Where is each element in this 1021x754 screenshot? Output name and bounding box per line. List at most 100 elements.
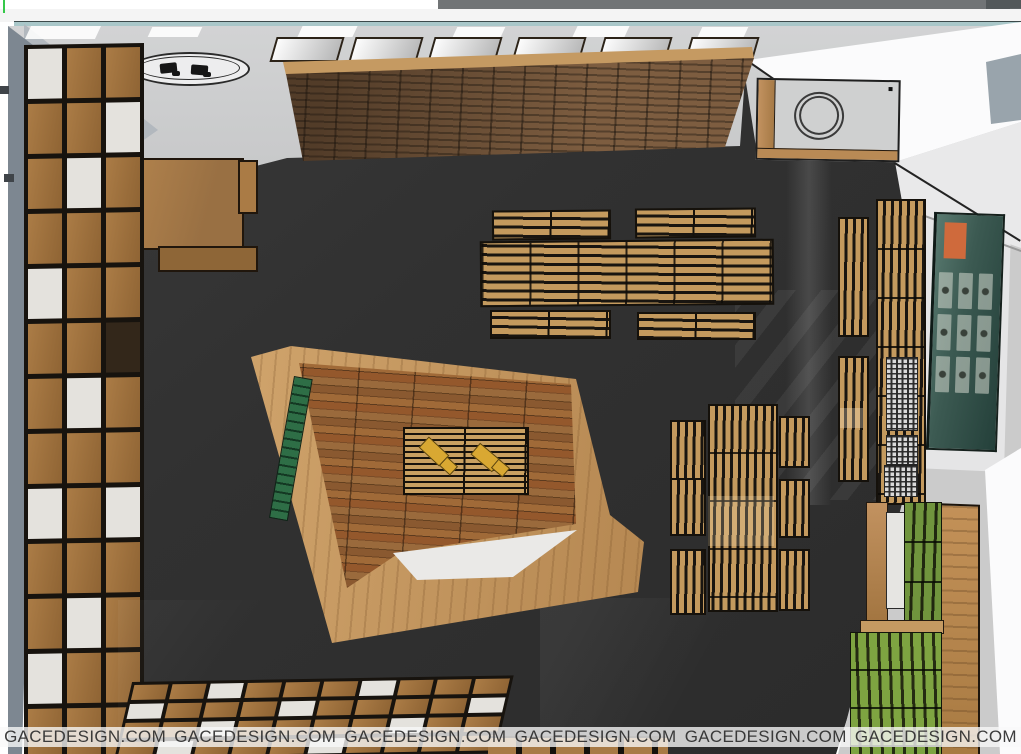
reception-desk-side-panel	[238, 160, 258, 214]
shelf-cell	[67, 598, 101, 649]
shelf-cell	[67, 543, 101, 594]
slatted-bench	[670, 549, 706, 615]
shelf-cell	[106, 487, 140, 538]
shelf-cell	[67, 378, 101, 429]
shelf-cell	[67, 268, 101, 319]
locker-white-panel	[886, 512, 906, 609]
shelf-cell	[202, 702, 239, 718]
watermark-text: GACEDESIGN.COM	[344, 727, 506, 747]
poster-image	[976, 315, 991, 351]
shelf-cell	[430, 698, 467, 714]
poster-image	[978, 273, 993, 309]
wall-highlight	[572, 26, 629, 37]
shelf-cell	[106, 157, 140, 208]
poster-image	[936, 314, 951, 350]
poster-image	[956, 315, 971, 351]
shelf-cell	[28, 598, 62, 649]
central-platform	[248, 344, 648, 646]
shelf-cell	[354, 699, 391, 715]
watermark-text: GACEDESIGN.COM	[855, 727, 1017, 747]
shelf-cell	[106, 212, 140, 263]
poster-image-grid	[935, 272, 993, 394]
shelf-highlight	[840, 408, 863, 428]
shelf-cell	[28, 378, 62, 429]
axis-line-icon	[3, 0, 5, 13]
wall-highlight	[25, 26, 101, 39]
shelf-cell	[316, 700, 353, 716]
shelf-cell	[397, 680, 434, 696]
shelf-cell	[28, 653, 62, 704]
slatted-table-long	[480, 239, 775, 308]
slatted-bench	[637, 312, 756, 340]
chair	[172, 71, 180, 76]
platform-slat-table	[403, 427, 529, 495]
slatted-bench	[779, 479, 810, 538]
wall-mark	[4, 174, 14, 182]
wire-basket	[886, 357, 918, 431]
shelf-cell	[67, 48, 101, 99]
slatted-bench	[635, 207, 756, 238]
slatted-bench	[670, 478, 706, 536]
reception-desk-extension	[158, 246, 258, 272]
window-pane	[269, 37, 344, 62]
shelf-cell	[67, 213, 101, 264]
shelf-cell	[321, 681, 358, 697]
shelf-cell	[435, 679, 472, 695]
green-locker-shelf	[848, 498, 980, 754]
locker-wood-strip	[866, 502, 888, 629]
slatted-bench	[670, 420, 706, 480]
slatted-bench	[779, 416, 810, 468]
shelf-cell	[106, 102, 140, 153]
service-cabinet	[755, 78, 900, 163]
shelf-cell	[106, 322, 140, 373]
shelf-cell	[28, 48, 62, 99]
slatted-bench	[492, 209, 611, 240]
shelf-cell	[28, 213, 62, 264]
table-highlight	[708, 496, 774, 546]
wall-poster	[926, 212, 1005, 452]
shelf-cell	[106, 47, 140, 98]
poster-image	[935, 356, 950, 392]
wall-highlight	[453, 27, 506, 37]
shelf-cell	[127, 703, 164, 719]
slatted-bench	[779, 549, 810, 611]
shelf-cell	[106, 542, 140, 593]
watermark-bar: GACEDESIGN.COM GACEDESIGN.COM GACEDESIGN…	[0, 727, 1021, 747]
poster-image	[938, 272, 953, 308]
shelf-cell	[28, 433, 62, 484]
shelf-cell	[131, 684, 168, 700]
shelf-cell	[473, 678, 510, 694]
shelf-cell	[28, 158, 62, 209]
shelf-cell	[359, 680, 396, 696]
shelf-cell	[392, 699, 429, 715]
watermark-text: GACEDESIGN.COM	[515, 727, 677, 747]
top-edge-strip	[438, 0, 1021, 9]
shelf-cell	[106, 267, 140, 318]
shelf-cell	[240, 701, 277, 717]
shelf-cell	[164, 703, 201, 719]
watermark-text: GACEDESIGN.COM	[4, 727, 166, 747]
wall-highlight	[297, 26, 357, 37]
shelf-cell	[67, 488, 101, 539]
watermark-text: GACEDESIGN.COM	[174, 727, 336, 747]
shelf-cell	[245, 682, 282, 698]
poster-image	[955, 357, 970, 393]
cabinet-detail-dot	[889, 87, 893, 91]
wall-highlight	[698, 27, 749, 37]
shelf-cell	[283, 682, 320, 698]
wall-highlight	[148, 27, 203, 37]
wall-mark	[0, 86, 9, 94]
shelf-cell	[106, 377, 140, 428]
slatted-bench	[490, 310, 611, 339]
chair	[203, 72, 211, 77]
cabinet-wood-edge	[757, 80, 775, 158]
shelf-cell	[28, 323, 62, 374]
shelf-cell	[67, 433, 101, 484]
locker-wood-side	[940, 503, 980, 754]
round-table-inner-ring	[138, 56, 240, 80]
shelf-cell	[468, 697, 505, 713]
poster-orange-badge	[944, 222, 967, 259]
shelf-cell	[28, 543, 62, 594]
wall-slat-shelf	[838, 217, 869, 337]
shelf-cell	[67, 653, 101, 704]
